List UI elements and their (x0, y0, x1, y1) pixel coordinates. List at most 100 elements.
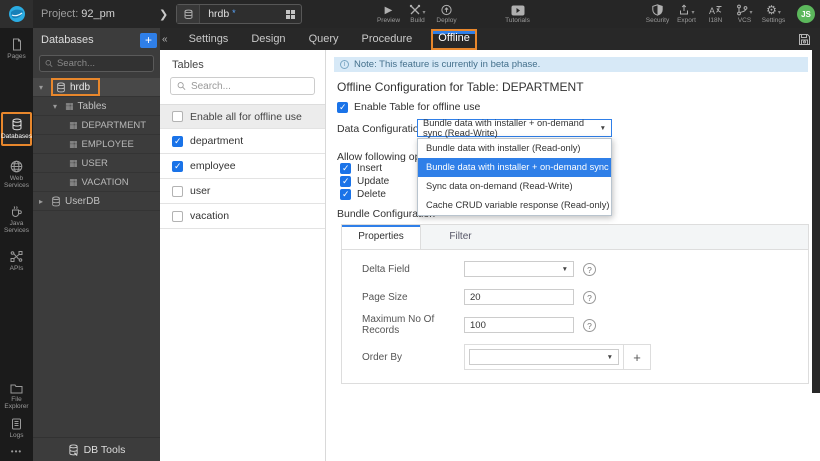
employee-checkbox[interactable] (172, 160, 183, 172)
dropdown-option-bundle-ondemand[interactable]: Bundle data with installer + on-demand s… (418, 158, 611, 177)
user-checkbox[interactable] (172, 185, 183, 197)
enable-table-checkbox[interactable] (337, 101, 348, 113)
tree-node-employee[interactable]: ▦ EMPLOYEE (33, 135, 160, 154)
vcs-branch-icon (737, 4, 748, 16)
build-button[interactable]: ▾ Build (403, 0, 432, 28)
delete-checkbox[interactable] (340, 189, 351, 200)
data-configuration-select[interactable]: Bundle data with installer + on-demand s… (417, 118, 612, 138)
operation-insert-row[interactable]: Insert (340, 163, 382, 174)
caret-right-icon[interactable]: ▸ (39, 197, 47, 206)
add-database-button[interactable]: + (140, 32, 157, 48)
svg-text:A: A (709, 6, 715, 16)
insert-label: Insert (357, 163, 383, 174)
save-button[interactable] (798, 33, 811, 46)
more-options-icon[interactable]: ••• (11, 443, 22, 461)
dropdown-option-sync-ondemand[interactable]: Sync data on-demand (Read-Write) (418, 177, 611, 196)
file-explorer-label: File Explorer (4, 396, 29, 410)
max-records-label: Maximum No Of Records (362, 314, 435, 336)
database-search[interactable] (39, 55, 154, 72)
insert-checkbox[interactable] (340, 163, 351, 174)
play-icon: ▶ (384, 5, 393, 16)
project-prefix: Project: (41, 8, 79, 20)
vcs-button[interactable]: ▾ VCS (730, 0, 759, 28)
security-button[interactable]: Security (643, 0, 672, 28)
data-configuration-value: Bundle data with installer + on-demand s… (423, 118, 584, 138)
dropdown-option-bundle-readonly[interactable]: Bundle data with installer (Read-only) (418, 139, 611, 158)
deploy-button[interactable]: Deploy (432, 0, 461, 28)
caret-down-icon[interactable]: ▾ (39, 83, 47, 92)
tree-node-user[interactable]: ▦ USER (33, 154, 160, 173)
help-icon[interactable]: ? (583, 290, 596, 304)
sidebar-item-logs[interactable]: Logs (1, 414, 32, 443)
add-order-by-button[interactable]: + (623, 345, 650, 369)
preview-button[interactable]: ▶ Preview (374, 0, 403, 28)
export-icon (680, 4, 689, 15)
user-avatar[interactable]: JS (797, 5, 815, 23)
tab-design[interactable]: Design (245, 28, 291, 50)
collapse-panel-icon[interactable]: « (160, 34, 172, 45)
tab-settings[interactable]: Settings (183, 28, 235, 50)
settings-button[interactable]: ⚙ ▾ Settings (759, 0, 788, 28)
help-icon[interactable]: ? (583, 318, 596, 332)
tab-offline[interactable]: Offline (431, 28, 477, 50)
sidebar-item-file-explorer[interactable]: File Explorer (1, 379, 32, 414)
enable-all-checkbox[interactable] (172, 111, 183, 122)
breadcrumb-db-selector[interactable]: hrdb * (176, 4, 303, 24)
tree-node-tables[interactable]: ▾ ▦ Tables (33, 97, 160, 116)
tab-properties[interactable]: Properties (342, 225, 421, 249)
sidebar-item-pages[interactable]: Pages (1, 34, 32, 64)
db-tools-button[interactable]: DB Tools (33, 437, 160, 461)
database-search-input[interactable] (56, 58, 148, 69)
dropdown-option-cache-crud[interactable]: Cache CRUD variable response (Read-only) (418, 196, 611, 215)
table-row-user[interactable]: user (160, 179, 325, 204)
topbar-right-actions: Security ▾ Export A I18N ▾ VCS ⚙ ▾ Setti… (643, 0, 788, 28)
order-by-label: Order By (362, 351, 403, 363)
tutorials-video-icon (511, 5, 524, 16)
tree-node-employee-label: EMPLOYEE (81, 138, 134, 150)
i18n-translate-icon: A (709, 6, 722, 16)
delta-field-select[interactable]: ▼ (464, 261, 574, 277)
tutorials-button[interactable]: Tutorials (503, 0, 532, 28)
max-records-row: Maximum No Of Records ? (362, 314, 808, 336)
tables-search[interactable] (170, 77, 315, 95)
caret-down-icon[interactable]: ▾ (53, 102, 61, 111)
tree-node-vacation[interactable]: ▦ VACATION (33, 173, 160, 192)
sidebar-item-apis[interactable]: APIs (1, 246, 32, 276)
build-tools-icon (410, 4, 421, 15)
top-bar: Project: 92_pm ❯ hrdb * ▶ Preview ▾ Build… (0, 0, 820, 28)
enable-table-row[interactable]: Enable Table for offline use (337, 101, 480, 113)
tab-filter[interactable]: Filter (421, 225, 500, 249)
tree-node-hrdb[interactable]: ▾ hrdb (33, 78, 160, 97)
delta-field-row: Delta Field ▼ ? (362, 260, 808, 278)
operation-delete-row[interactable]: Delete (340, 189, 386, 200)
max-records-input[interactable] (464, 317, 574, 333)
i18n-button[interactable]: A I18N (701, 0, 730, 28)
tab-query[interactable]: Query (303, 28, 345, 50)
tree-node-userdb[interactable]: ▸ UserDB (33, 192, 160, 211)
table-row-department[interactable]: department (160, 129, 325, 154)
department-checkbox[interactable] (172, 135, 183, 147)
table-row-employee[interactable]: employee (160, 154, 325, 179)
service-grid-icon[interactable] (286, 9, 296, 19)
table-icon: ▦ (69, 120, 78, 130)
operation-update-row[interactable]: Update (340, 176, 389, 187)
db-tools-label: DB Tools (83, 443, 126, 456)
vacation-checkbox[interactable] (172, 210, 183, 222)
db-tools-icon (68, 443, 78, 456)
help-icon[interactable]: ? (583, 262, 596, 276)
sidebar-item-databases[interactable]: Databases (1, 112, 32, 146)
export-button[interactable]: ▾ Export (672, 0, 701, 28)
page-size-input[interactable] (464, 289, 574, 305)
tree-node-vacation-label: VACATION (81, 176, 129, 188)
sidebar-item-java-services[interactable]: Java Services (1, 201, 32, 238)
sidebar-item-web-services[interactable]: Web Services (1, 156, 32, 193)
table-row-vacation[interactable]: vacation (160, 204, 325, 229)
tab-procedure[interactable]: Procedure (356, 28, 419, 50)
update-checkbox[interactable] (340, 176, 351, 187)
project-name: 92_pm (81, 8, 115, 20)
enable-all-row[interactable]: Enable all for offline use (160, 104, 325, 129)
app-logo[interactable] (0, 0, 33, 28)
tree-node-department[interactable]: ▦ DEPARTMENT (33, 116, 160, 135)
tables-search-input[interactable] (190, 80, 308, 92)
order-by-select[interactable]: ▼ (469, 349, 619, 365)
